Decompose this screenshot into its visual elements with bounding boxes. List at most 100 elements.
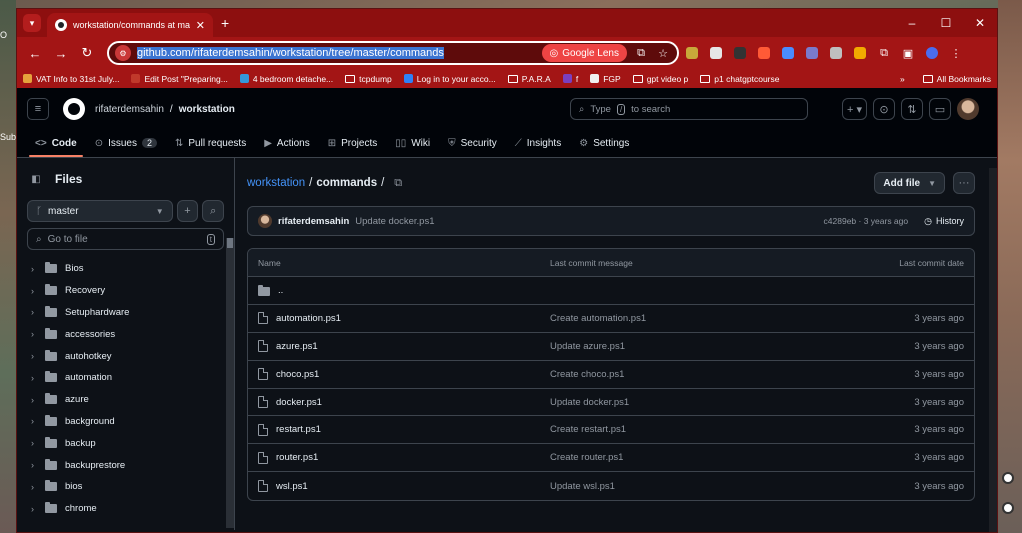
- commit-message[interactable]: Update docker.ps1: [355, 216, 434, 227]
- copy-path-icon[interactable]: ⧉: [394, 177, 402, 190]
- active-tab[interactable]: workstation/commands at mas ✕: [47, 13, 213, 37]
- site-info-icon[interactable]: ⚙: [115, 45, 131, 61]
- chevron-right-icon[interactable]: ›: [31, 416, 37, 426]
- extension-dark-icon[interactable]: [729, 42, 751, 64]
- repo-link[interactable]: workstation: [179, 104, 235, 115]
- issues-icon[interactable]: ⊙: [873, 98, 895, 120]
- commit-message-link[interactable]: Update docker.ps1: [550, 397, 914, 408]
- github-search-input[interactable]: ⌕ Type / to search: [570, 98, 808, 120]
- file-name-link[interactable]: docker.ps1: [276, 397, 322, 408]
- extension-leaf-icon[interactable]: [681, 42, 703, 64]
- tree-item[interactable]: › accessories: [27, 323, 224, 345]
- commit-message-link[interactable]: Create restart.ps1: [550, 424, 914, 435]
- bookmark-star-icon[interactable]: ☆: [655, 47, 671, 60]
- tab-pull-requests[interactable]: ⇅ Pull requests: [173, 129, 248, 157]
- branch-selector[interactable]: ᚴ master ▼: [27, 200, 173, 222]
- chevron-right-icon[interactable]: ›: [31, 329, 37, 339]
- chevron-right-icon[interactable]: ›: [31, 286, 37, 296]
- sidebar-collapse-icon[interactable]: ◧: [27, 170, 45, 188]
- pull-requests-icon[interactable]: ⇅: [901, 98, 923, 120]
- close-window-icon[interactable]: ✕: [963, 9, 997, 37]
- commit-message-link[interactable]: Create automation.ps1: [550, 313, 914, 324]
- tree-item[interactable]: › Setuphardware: [27, 302, 224, 324]
- avatar[interactable]: [957, 98, 979, 120]
- tab-code[interactable]: <> Code: [29, 129, 83, 157]
- tree-item[interactable]: › Recovery: [27, 280, 224, 302]
- profile-icon[interactable]: [921, 42, 943, 64]
- file-name-link[interactable]: wsl.ps1: [276, 481, 308, 492]
- bookmark-item[interactable]: Log in to your acco...: [403, 74, 496, 84]
- bookmark-item[interactable]: f: [562, 74, 578, 84]
- extension-book-icon[interactable]: [705, 42, 727, 64]
- bookmark-item[interactable]: 4 bedroom detache...: [239, 74, 333, 84]
- repo-root-link[interactable]: workstation: [247, 177, 305, 189]
- sidepanel-icon[interactable]: ▣: [897, 42, 919, 64]
- chevron-right-icon[interactable]: ›: [31, 307, 37, 317]
- chevron-right-icon[interactable]: ›: [31, 504, 37, 514]
- chevron-right-icon[interactable]: ›: [31, 438, 37, 448]
- parent-directory-row[interactable]: ..: [248, 277, 974, 305]
- add-file-button[interactable]: Add file ▼: [874, 172, 945, 194]
- bookmarks-overflow-button[interactable]: »: [900, 74, 905, 84]
- tab-insights[interactable]: ⟋ Insights: [513, 129, 563, 157]
- all-bookmarks-button[interactable]: All Bookmarks: [922, 74, 991, 84]
- tree-item[interactable]: › autohotkey: [27, 345, 224, 367]
- bookmark-item[interactable]: VAT Info to 31st July...: [23, 74, 119, 84]
- file-name-link[interactable]: azure.ps1: [276, 341, 318, 352]
- tree-item[interactable]: › backuprestore: [27, 454, 224, 476]
- bookmark-folder[interactable]: gpt video p: [632, 74, 688, 84]
- url-text[interactable]: github.com/rifaterdemsahin/workstation/t…: [137, 47, 536, 59]
- owner-link[interactable]: rifaterdemsahin: [95, 104, 164, 115]
- github-logo-icon[interactable]: [63, 98, 85, 120]
- commit-message-link[interactable]: Create router.ps1: [550, 452, 914, 463]
- create-new-button[interactable]: + ▾: [841, 98, 867, 120]
- browser-menu-icon[interactable]: ⋮: [945, 42, 967, 64]
- address-bar[interactable]: ⚙ github.com/rifaterdemsahin/workstation…: [107, 41, 679, 65]
- extension-calendar-icon[interactable]: [753, 42, 775, 64]
- tab-projects[interactable]: ⊞ Projects: [326, 129, 380, 157]
- page-scrollbar[interactable]: [989, 168, 997, 532]
- tree-item[interactable]: › chrome: [27, 498, 224, 520]
- avatar[interactable]: [258, 214, 272, 228]
- tree-item[interactable]: › backup: [27, 432, 224, 454]
- bookmark-folder[interactable]: tcpdump: [345, 74, 392, 84]
- chevron-right-icon[interactable]: ›: [31, 482, 37, 492]
- tab-issues[interactable]: ⊙ Issues 2: [93, 129, 159, 157]
- file-name-link[interactable]: automation.ps1: [276, 313, 341, 324]
- commit-message-link[interactable]: Update wsl.ps1: [550, 481, 914, 492]
- forward-arrow-icon[interactable]: →: [49, 41, 73, 65]
- tree-item[interactable]: › automation: [27, 367, 224, 389]
- file-name-link[interactable]: restart.ps1: [276, 424, 321, 435]
- extension-flag-icon[interactable]: [849, 42, 871, 64]
- tab-close-icon[interactable]: ✕: [196, 19, 205, 32]
- bookmark-item[interactable]: Edit Post "Preparing...: [131, 74, 228, 84]
- extension-blue-icon[interactable]: [777, 42, 799, 64]
- chevron-right-icon[interactable]: ›: [31, 460, 37, 470]
- bookmark-item[interactable]: FGP: [590, 74, 621, 84]
- minimize-icon[interactable]: –: [895, 9, 929, 37]
- add-file-plus-icon[interactable]: +: [176, 200, 199, 222]
- back-arrow-icon[interactable]: ←: [23, 41, 47, 65]
- file-name-link[interactable]: choco.ps1: [276, 369, 319, 380]
- tab-security[interactable]: ⛨ Security: [446, 129, 499, 157]
- chevron-right-icon[interactable]: ›: [31, 351, 37, 361]
- file-name-link[interactable]: router.ps1: [276, 452, 318, 463]
- extension-badge-icon[interactable]: [801, 42, 823, 64]
- tree-item[interactable]: › azure: [27, 389, 224, 411]
- new-tab-plus-icon[interactable]: +: [221, 15, 229, 31]
- extensions-menu-icon[interactable]: ⧉: [873, 42, 895, 64]
- extension-puzzle-icon[interactable]: [825, 42, 847, 64]
- inbox-icon[interactable]: ▭: [929, 98, 951, 120]
- chevron-right-icon[interactable]: ›: [31, 395, 37, 405]
- reload-icon[interactable]: ↻: [75, 41, 99, 65]
- sidebar-scrollbar[interactable]: [226, 238, 234, 528]
- bookmark-folder[interactable]: p1 chatgptcourse: [700, 74, 780, 84]
- more-options-icon[interactable]: ···: [953, 172, 975, 194]
- bookmark-folder[interactable]: P.A.R.A: [507, 74, 551, 84]
- tree-item[interactable]: › Bios: [27, 258, 224, 280]
- tab-settings[interactable]: ⚙ Settings: [577, 129, 631, 157]
- commit-author[interactable]: rifaterdemsahin: [278, 216, 349, 227]
- tab-search-chevron-icon[interactable]: ▾: [23, 14, 41, 32]
- commit-message-link[interactable]: Update azure.ps1: [550, 341, 914, 352]
- chevron-right-icon[interactable]: ›: [31, 373, 37, 383]
